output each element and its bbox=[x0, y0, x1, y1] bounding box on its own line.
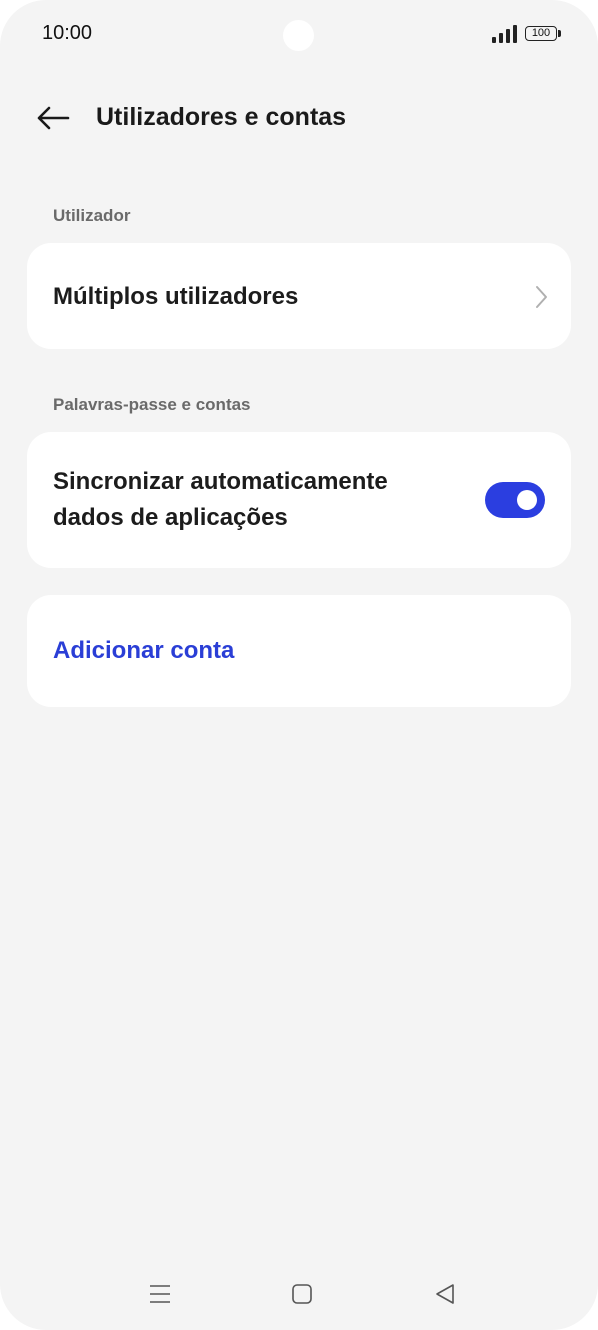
page-title: Utilizadores e contas bbox=[96, 103, 347, 131]
section-label-passwords: Palavras-passe e contas bbox=[53, 395, 251, 414]
auto-sync-label-line1: Sincronizar automaticamente bbox=[53, 468, 388, 495]
add-account-label: Adicionar conta bbox=[53, 637, 235, 664]
nav-back-button[interactable] bbox=[425, 1276, 465, 1312]
back-button[interactable] bbox=[30, 100, 76, 136]
multiple-users-item[interactable]: Múltiplos utilizadores bbox=[27, 243, 571, 349]
home-icon bbox=[292, 1284, 312, 1304]
status-time: 10:00 bbox=[42, 22, 93, 44]
toggle-knob bbox=[517, 490, 537, 510]
phone-screen: 10:00 100 Utilizadores e contas Utilizad… bbox=[0, 0, 598, 1330]
multiple-users-label: Múltiplos utilizadores bbox=[53, 283, 299, 310]
camera-cutout bbox=[283, 20, 314, 51]
battery-icon: 100 bbox=[525, 26, 557, 41]
menu-icon bbox=[150, 1285, 170, 1303]
back-arrow-icon bbox=[37, 106, 70, 130]
chevron-right-icon bbox=[536, 286, 547, 308]
menu-button[interactable] bbox=[140, 1276, 180, 1312]
back-triangle-icon bbox=[436, 1284, 454, 1304]
auto-sync-item[interactable]: Sincronizar automaticamente dados de apl… bbox=[27, 432, 571, 568]
signal-icon bbox=[492, 25, 517, 43]
auto-sync-toggle[interactable] bbox=[485, 482, 545, 518]
section-label-user: Utilizador bbox=[53, 206, 131, 225]
battery-tip bbox=[558, 30, 561, 37]
add-account-item[interactable]: Adicionar conta bbox=[27, 595, 571, 707]
auto-sync-label-line2: dados de aplicações bbox=[53, 504, 288, 531]
home-button[interactable] bbox=[282, 1276, 322, 1312]
